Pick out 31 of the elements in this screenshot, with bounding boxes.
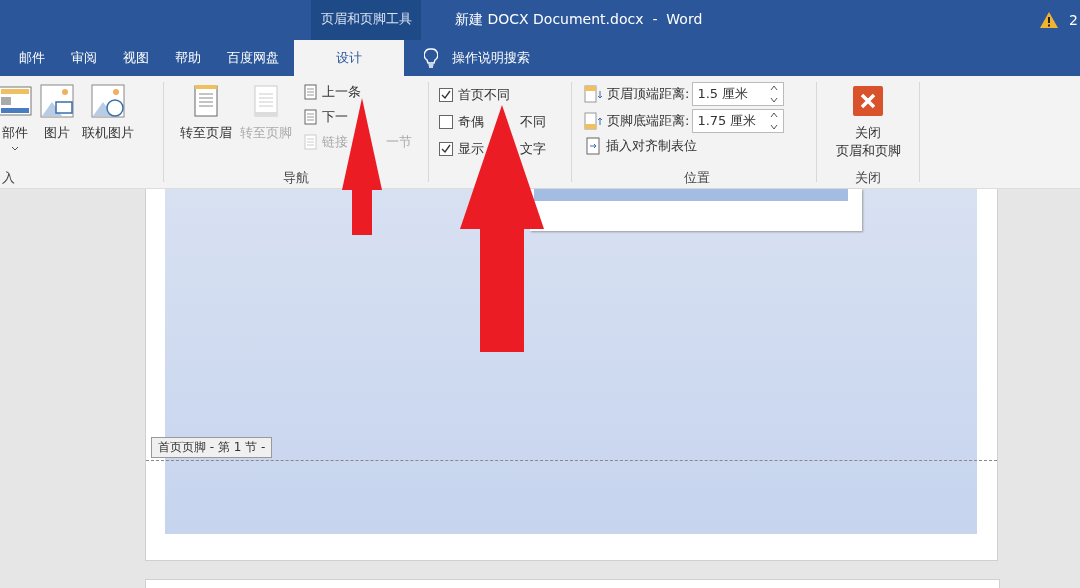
ribbon-button[interactable]: 联机图片 bbox=[80, 82, 136, 170]
ribbon-button[interactable]: 转至页眉 bbox=[178, 82, 234, 170]
spinner-field[interactable]: 1.5 厘米 bbox=[692, 82, 785, 106]
ribbon-small-button[interactable]: 下一 bbox=[302, 107, 414, 127]
spinner-field[interactable]: 1.75 厘米 bbox=[692, 109, 785, 133]
ribbon-button[interactable]: 部件 bbox=[0, 82, 34, 170]
ribbon-tab[interactable]: 百度网盘 bbox=[214, 40, 292, 76]
ribbon-button[interactable]: 图片 bbox=[38, 82, 76, 170]
group-label: 关闭 bbox=[855, 170, 881, 186]
close-header-footer-button[interactable]: 关闭 页眉和页脚 bbox=[833, 82, 903, 170]
section-label: 首页页脚 - 第 1 节 - bbox=[151, 437, 273, 458]
ribbon-small-button[interactable]: 上一条 bbox=[302, 82, 414, 102]
ribbon-tab[interactable]: 设计 bbox=[294, 40, 404, 76]
spinner-label: 页脚底端距离: bbox=[607, 112, 690, 130]
checkbox-option[interactable]: 显示 文字 bbox=[439, 140, 546, 158]
window-title: 新建 DOCX Document.docx - Word bbox=[455, 11, 703, 29]
checkbox-option[interactable]: 奇偶 不同 bbox=[439, 113, 546, 131]
ribbon-small-button[interactable]: 插入对齐制表位 bbox=[584, 136, 785, 156]
group-label: 位置 bbox=[684, 170, 710, 186]
ribbon-tab[interactable]: 邮件 bbox=[6, 40, 58, 76]
tell-me-search[interactable]: 操作说明搜索 bbox=[424, 40, 530, 76]
group-label: 导航 bbox=[283, 170, 309, 186]
context-tab-group: 页眉和页脚工具 bbox=[311, 0, 421, 40]
ribbon-tab[interactable]: 帮助 bbox=[162, 40, 214, 76]
checkbox-option[interactable]: 首页不同 bbox=[439, 86, 546, 104]
spinner-label: 页眉顶端距离: bbox=[607, 85, 690, 103]
group-label: 入 bbox=[2, 170, 15, 186]
ribbon-tab[interactable]: 审阅 bbox=[58, 40, 110, 76]
tell-me-placeholder: 操作说明搜索 bbox=[452, 49, 530, 67]
account-text: 2 bbox=[1069, 12, 1078, 28]
ribbon-tab[interactable]: 视图 bbox=[110, 40, 162, 76]
